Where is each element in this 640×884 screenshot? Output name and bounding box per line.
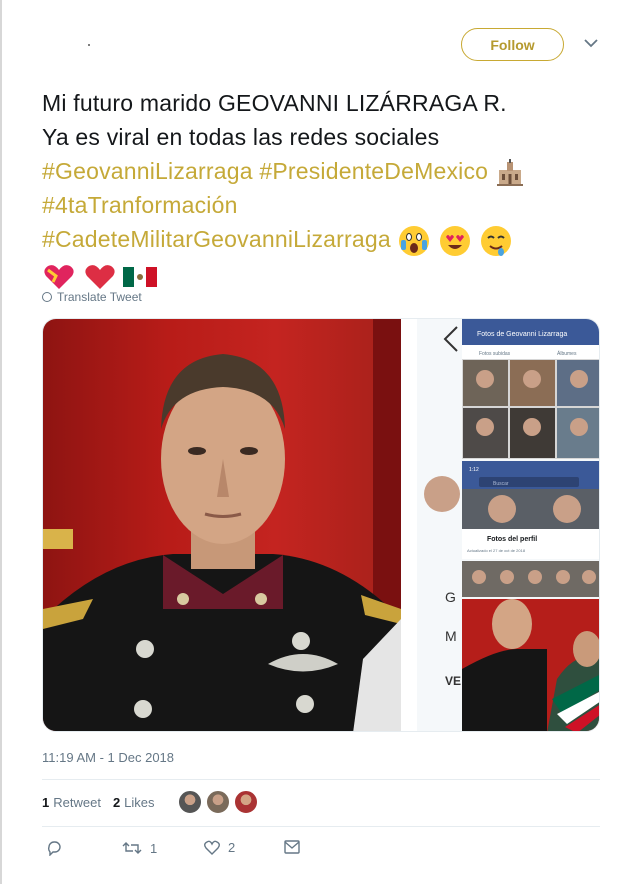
cadet-photo[interactable] xyxy=(43,319,401,731)
hashtag-link[interactable]: #PresidenteDeMexico xyxy=(259,158,488,184)
facebook-screenshot[interactable]: Fotos de Geovanni Lizarraga Fotos subida… xyxy=(417,319,599,731)
tweet-stats: 1 Retweet 2 Likes xyxy=(42,795,155,810)
face-screaming-icon xyxy=(399,225,430,256)
likes-count: 2 xyxy=(112,795,121,810)
heart-eyes-icon xyxy=(440,225,471,256)
likes-label: Likes xyxy=(124,795,155,810)
user-name-placeholder xyxy=(88,44,90,46)
tweet-line-1: Mi futuro marido GEOVANNI LIZÁRRAGA R. xyxy=(42,90,507,116)
tweet-media[interactable]: Fotos de Geovanni Lizarraga Fotos subida… xyxy=(42,318,600,732)
fb-status-time: 1:12 xyxy=(469,467,479,473)
tweet-line-2: Ya es viral en todas las redes sociales xyxy=(42,124,440,150)
government-building-icon xyxy=(496,158,523,186)
retweet-icon xyxy=(122,842,142,854)
chevron-down-icon[interactable] xyxy=(582,34,600,52)
tweet-text: Mi futuro marido GEOVANNI LIZÁRRAGA R. Y… xyxy=(42,86,607,292)
fb-profile-photos-heading: Fotos del perfil xyxy=(487,536,537,543)
avatar[interactable] xyxy=(234,790,258,814)
divider xyxy=(42,826,600,827)
direct-message-button[interactable] xyxy=(284,840,300,854)
hashtag-link[interactable]: #GeovanniLizarraga xyxy=(42,158,253,184)
window-edge xyxy=(0,0,2,884)
retweet-count: 1 xyxy=(150,840,158,856)
reply-icon xyxy=(48,841,61,856)
retweets-stat[interactable]: 1 Retweet xyxy=(42,795,101,810)
liker-avatars xyxy=(178,790,258,814)
fb-side-text-1: G xyxy=(445,589,456,605)
hashtag-link[interactable]: #4taTranformación xyxy=(42,192,238,218)
translate-tweet-link[interactable]: Translate Tweet xyxy=(42,290,142,304)
divider xyxy=(42,779,600,780)
like-count: 2 xyxy=(228,840,236,855)
mexico-flag-icon xyxy=(123,266,158,287)
heart-icon xyxy=(204,840,220,855)
tweet-header: Follow xyxy=(42,24,602,68)
avatar[interactable] xyxy=(178,790,202,814)
tweet-actions: 1 2 xyxy=(42,840,342,862)
likes-stat[interactable]: 2 Likes xyxy=(113,795,155,810)
retweets-label: Retweet xyxy=(53,795,101,810)
fb-tab-uploads: Fotos subidas xyxy=(479,351,511,357)
facebook-screenshot-illustration: Fotos de Geovanni Lizarraga Fotos subida… xyxy=(417,319,599,731)
fb-tab-albums: Álbumes xyxy=(557,350,577,357)
follow-button[interactable]: Follow xyxy=(461,28,564,61)
fb-title: Fotos de Geovanni Lizarraga xyxy=(477,331,567,338)
tweet-timestamp[interactable]: 11:19 AM - 1 Dec 2018 xyxy=(42,750,174,765)
red-heart-icon xyxy=(84,264,115,289)
hashtag-link[interactable]: #CadeteMilitarGeovanniLizarraga xyxy=(42,226,391,252)
globe-icon xyxy=(42,292,52,302)
fb-side-text-2: M xyxy=(445,628,457,644)
fb-search-field: Buscar xyxy=(493,481,509,487)
reply-button[interactable] xyxy=(46,840,62,856)
fb-updated-note: Actualizado el 27 de oct de 2018 xyxy=(467,548,526,553)
avatar[interactable] xyxy=(206,790,230,814)
retweet-button[interactable]: 1 xyxy=(122,840,157,856)
retweets-count: 1 xyxy=(42,795,50,810)
translate-label: Translate Tweet xyxy=(57,290,142,304)
fb-side-text-3: VE xyxy=(445,674,461,688)
drooling-face-icon xyxy=(480,225,511,256)
cadet-photo-illustration xyxy=(43,319,401,731)
envelope-icon xyxy=(284,840,300,854)
heart-with-ribbon-icon xyxy=(44,264,74,289)
like-button[interactable]: 2 xyxy=(204,840,235,855)
